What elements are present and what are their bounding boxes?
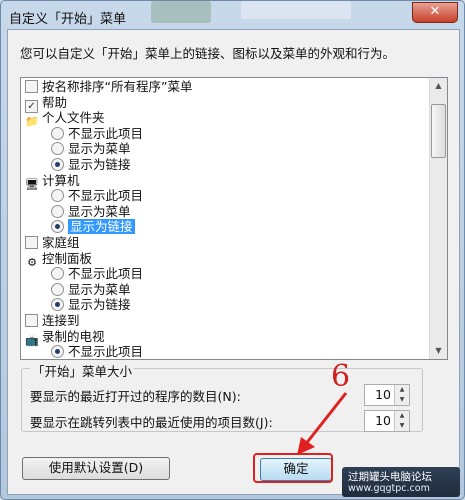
radio-selected-icon[interactable] bbox=[51, 220, 64, 234]
spin-up-icon[interactable]: ▲ bbox=[395, 385, 409, 395]
option-label: 显示为链接 bbox=[68, 219, 135, 235]
jump-list-spinner[interactable]: 10 ▲ ▼ bbox=[364, 410, 410, 432]
option-radio[interactable]: 不显示此项目 bbox=[51, 126, 143, 142]
option-radio[interactable]: 显示为菜单 bbox=[51, 282, 131, 298]
annotation-step-number: 6 bbox=[331, 359, 351, 394]
recorded-tv-icon: 📺 bbox=[25, 333, 39, 347]
option-label: 不显示此项目 bbox=[68, 344, 144, 359]
recent-programs-spinner[interactable]: 10 ▲ ▼ bbox=[364, 384, 410, 406]
option-group-header: 📁 个人文件夹 bbox=[25, 110, 105, 129]
spinner-arrows[interactable]: ▲ ▼ bbox=[394, 385, 409, 405]
option-radio[interactable]: 显示为链接 bbox=[51, 297, 131, 313]
jump-list-value[interactable]: 10 bbox=[369, 413, 391, 428]
control-panel-icon: ⚙ bbox=[27, 255, 37, 269]
option-group-header: 🖥 计算机 bbox=[25, 172, 80, 191]
jump-list-label: 要显示在跳转列表中的最近使用的项目数(J): bbox=[30, 415, 273, 430]
option-checkbox[interactable]: 家庭组 bbox=[25, 235, 80, 251]
options-list-content: 按名称排序“所有程序”菜单 ✓ 帮助 📁 个人文件夹 不显示此项目 显示为菜单 显示为链接 🖥 计… bbox=[21, 79, 428, 359]
option-radio[interactable]: 不显示此项目 bbox=[51, 188, 143, 204]
option-label: 连接到 bbox=[42, 313, 80, 328]
background-blur bbox=[151, 1, 211, 23]
spinner-arrows[interactable]: ▲ ▼ bbox=[394, 411, 409, 431]
checkbox-unchecked-icon[interactable] bbox=[25, 314, 38, 327]
user-folder-icon: 📁 bbox=[25, 115, 39, 129]
option-label: 显示为菜单 bbox=[68, 203, 131, 219]
radio-unselected-icon[interactable] bbox=[51, 267, 64, 281]
option-label: 家庭组 bbox=[42, 235, 80, 250]
options-list[interactable]: 按名称排序“所有程序”菜单 ✓ 帮助 📁 个人文件夹 不显示此项目 显示为菜单 显示为链接 🖥 计… bbox=[20, 77, 448, 360]
title-bar: 自定义「开始」菜单 ✕ bbox=[1, 1, 464, 31]
option-label: 控制面板 bbox=[42, 250, 93, 266]
option-label: 个人文件夹 bbox=[42, 110, 105, 126]
option-label: 显示为菜单 bbox=[68, 141, 131, 157]
watermark-text: 过期罐头电脑论坛 bbox=[348, 471, 432, 483]
watermark-url: www.gqgtpc.com bbox=[348, 483, 430, 494]
radio-unselected-icon[interactable] bbox=[51, 282, 64, 296]
watermark-badge: 过期罐头电脑论坛 www.gqgtpc.com bbox=[342, 467, 460, 497]
radio-unselected-icon[interactable] bbox=[51, 126, 64, 140]
option-radio[interactable]: 显示为链接 bbox=[51, 157, 131, 173]
menu-size-legend: 「开始」菜单大小 bbox=[30, 361, 135, 380]
option-label: 录制的电视 bbox=[42, 328, 105, 344]
option-radio[interactable]: 不显示此项目 bbox=[51, 344, 143, 359]
computer-icon: 🖥 bbox=[25, 177, 39, 191]
scroll-up-arrow-icon[interactable]: ▲ bbox=[430, 78, 447, 94]
annotation-arrow-icon bbox=[297, 392, 348, 455]
spin-up-icon[interactable]: ▲ bbox=[395, 411, 409, 421]
option-label: 显示为链接 bbox=[68, 297, 131, 313]
option-label: 不显示此项目 bbox=[68, 125, 144, 141]
option-label: 显示为链接 bbox=[68, 157, 131, 172]
option-checkbox[interactable]: 连接到 bbox=[25, 313, 80, 329]
spin-down-icon[interactable]: ▼ bbox=[395, 421, 409, 431]
option-radio[interactable]: 显示为菜单 bbox=[51, 204, 131, 220]
option-radio[interactable]: 不显示此项目 bbox=[51, 266, 143, 282]
vertical-scrollbar[interactable]: ▲ ▼ bbox=[429, 78, 447, 359]
recent-programs-label: 要显示的最近打开过的程序的数目(N): bbox=[30, 389, 241, 404]
option-group-header: 📺 录制的电视 bbox=[25, 328, 105, 347]
radio-selected-icon[interactable] bbox=[51, 158, 64, 171]
dialog-body: 您可以自定义「开始」菜单上的链接、图标以及菜单的外观和行为。 按名称排序“所有程… bbox=[7, 29, 460, 495]
option-checkbox[interactable]: 按名称排序“所有程序”菜单 bbox=[25, 79, 192, 95]
option-label: 显示为菜单 bbox=[68, 281, 131, 297]
checkbox-unchecked-icon[interactable] bbox=[25, 236, 38, 249]
scroll-down-arrow-icon[interactable]: ▼ bbox=[430, 343, 447, 359]
option-label: 计算机 bbox=[42, 172, 80, 188]
radio-selected-icon[interactable] bbox=[51, 298, 64, 312]
option-label: 帮助 bbox=[42, 94, 68, 110]
option-label: 按名称排序“所有程序”菜单 bbox=[42, 79, 193, 94]
description-text: 您可以自定义「开始」菜单上的链接、图标以及菜单的外观和行为。 bbox=[20, 46, 396, 61]
customize-start-menu-dialog: 自定义「开始」菜单 ✕ 您可以自定义「开始」菜单上的链接、图标以及菜单的外观和行… bbox=[0, 0, 465, 500]
background-blur bbox=[241, 1, 351, 19]
option-radio[interactable]: 显示为菜单 bbox=[51, 141, 131, 157]
window-title: 自定义「开始」菜单 bbox=[9, 12, 127, 27]
close-button[interactable]: ✕ bbox=[412, 2, 458, 23]
use-default-settings-button[interactable]: 使用默认设置(D) bbox=[22, 457, 170, 480]
option-label: 不显示此项目 bbox=[68, 188, 144, 204]
scroll-thumb[interactable] bbox=[431, 104, 446, 158]
radio-unselected-icon[interactable] bbox=[51, 142, 64, 156]
checkbox-unchecked-icon[interactable] bbox=[25, 80, 38, 93]
option-group-header: ⚙ 控制面板 bbox=[25, 250, 93, 269]
radio-unselected-icon[interactable] bbox=[51, 204, 64, 218]
radio-unselected-icon[interactable] bbox=[51, 189, 64, 203]
spin-down-icon[interactable]: ▼ bbox=[395, 395, 409, 405]
recent-programs-value[interactable]: 10 bbox=[369, 387, 391, 402]
option-radio[interactable]: 显示为链接 bbox=[51, 219, 135, 235]
radio-selected-icon[interactable] bbox=[51, 345, 64, 359]
option-checkbox[interactable]: ✓ 帮助 bbox=[25, 94, 68, 113]
option-label: 不显示此项目 bbox=[68, 266, 144, 282]
